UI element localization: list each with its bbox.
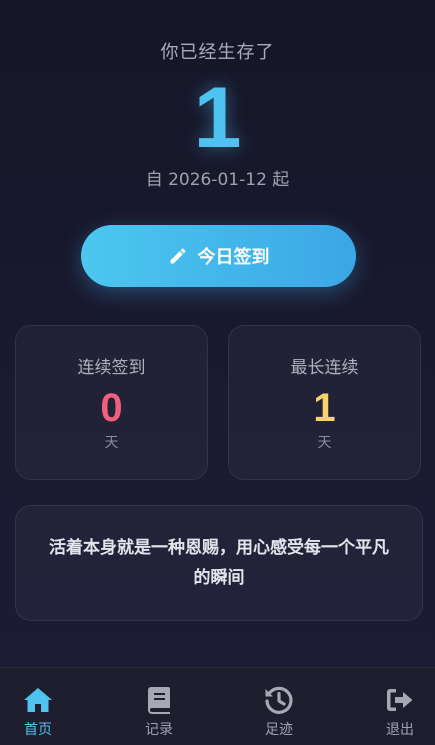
nav-footprints[interactable]: 足迹 <box>239 668 319 745</box>
checkin-button[interactable]: 今日签到 <box>81 225 356 287</box>
history-icon <box>265 686 293 714</box>
current-streak-label: 连续签到 <box>77 358 146 378</box>
longest-streak-card: 最长连续 1 天 <box>228 325 421 480</box>
nav-logout-label: 退出 <box>386 722 414 738</box>
nav-home-label: 首页 <box>24 722 52 738</box>
nav-records-label: 记录 <box>145 722 173 738</box>
longest-streak-label: 最长连续 <box>290 358 359 378</box>
nav-records[interactable]: 记录 <box>119 668 199 745</box>
checkin-button-label: 今日签到 <box>197 247 270 268</box>
longest-streak-unit: 天 <box>317 435 332 451</box>
current-streak-value: 0 <box>100 386 123 430</box>
nav-logout[interactable]: 退出 <box>360 668 435 745</box>
logout-icon <box>387 689 413 711</box>
current-streak-unit: 天 <box>104 435 119 451</box>
quote-card: 活着本身就是一种恩赐，用心感受每一个平凡的瞬间 <box>15 505 423 621</box>
quote-text: 活着本身就是一种恩赐，用心感受每一个平凡的瞬间 <box>49 538 389 588</box>
start-date-text: 自 2026-01-12 起 <box>145 170 290 190</box>
home-icon <box>24 688 52 712</box>
bottom-nav: 首页 记录 足迹 退出 <box>0 667 435 745</box>
book-icon <box>148 687 170 714</box>
current-streak-card: 连续签到 0 天 <box>15 325 208 480</box>
pencil-icon <box>170 248 186 264</box>
nav-footprints-label: 足迹 <box>265 722 293 738</box>
nav-home[interactable]: 首页 <box>0 668 78 745</box>
longest-streak-value: 1 <box>313 386 336 430</box>
survival-headline: 你已经生存了 <box>160 42 275 63</box>
app-screen: 你已经生存了 1 自 2026-01-12 起 今日签到 连续签到 0 天 最长… <box>0 0 435 745</box>
days-survived-count: 1 <box>193 70 242 166</box>
